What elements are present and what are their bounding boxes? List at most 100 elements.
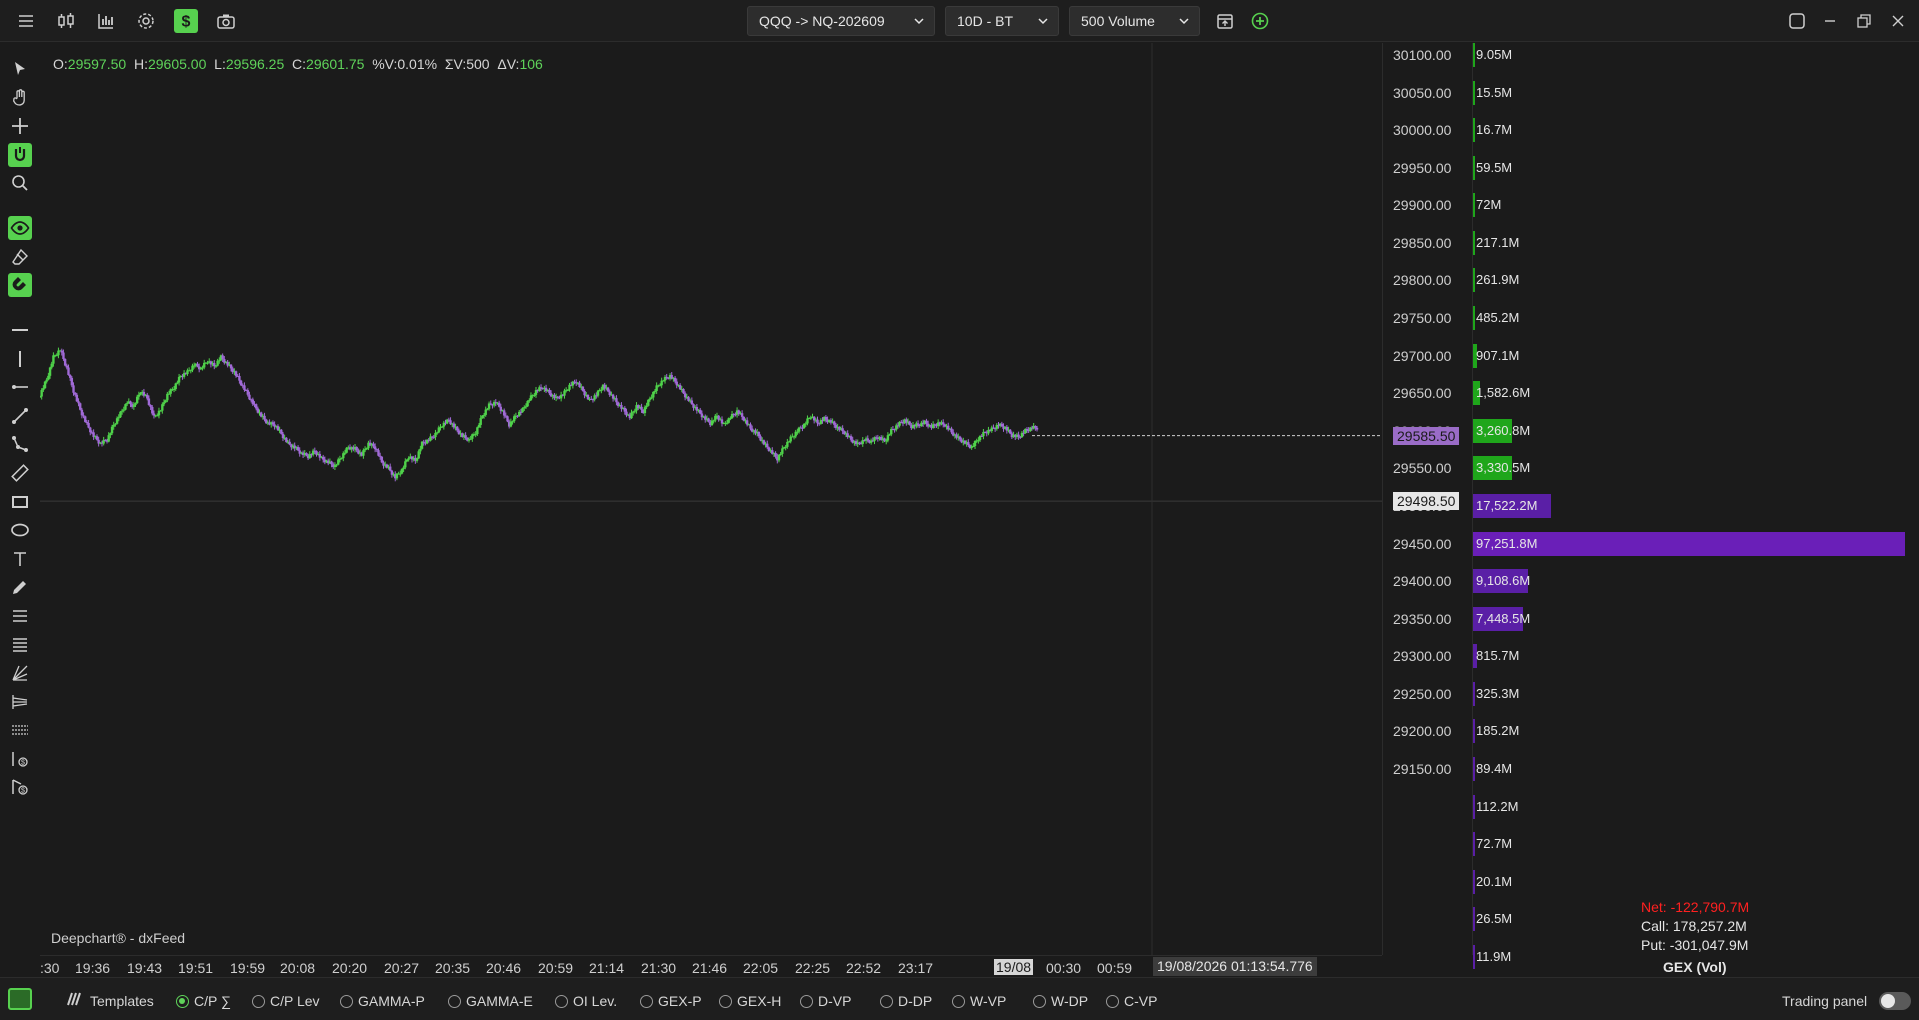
radio-icon[interactable] — [1106, 994, 1119, 1008]
templates-icon[interactable] — [64, 991, 82, 1010]
add-chart-icon[interactable] — [1248, 9, 1272, 33]
panel-toggle-icon[interactable] — [8, 988, 32, 1010]
template-option[interactable]: GEX-P — [640, 993, 702, 1009]
save-layout-icon[interactable] — [1213, 9, 1237, 33]
price-chart[interactable]: O:29597.50 H:29605.00 L:29596.25 C:29601… — [40, 43, 1382, 955]
magnet-cursor-icon[interactable] — [8, 143, 32, 167]
template-option[interactable]: C-VP — [1106, 993, 1157, 1009]
template-option[interactable]: D-DP — [880, 993, 932, 1009]
fib-retracement-icon[interactable] — [8, 604, 32, 628]
radio-icon[interactable] — [952, 994, 965, 1008]
rectangle-icon[interactable] — [8, 490, 32, 514]
candle-down — [82, 415, 85, 417]
radio-icon[interactable] — [555, 994, 568, 1008]
candle-up — [47, 375, 50, 380]
gex-level-label: 20.1M — [1476, 873, 1513, 889]
path-icon[interactable] — [8, 432, 32, 456]
pitchfork-icon[interactable] — [8, 690, 32, 714]
long-position-icon[interactable]: $ — [8, 747, 32, 771]
candle-down — [742, 416, 745, 421]
restore-icon[interactable] — [1785, 9, 1809, 33]
eye-icon[interactable] — [8, 216, 32, 240]
template-option[interactable]: W-DP — [1033, 993, 1088, 1009]
templates-label[interactable]: Templates — [90, 993, 154, 1009]
radio-icon[interactable] — [176, 994, 189, 1008]
ray-icon[interactable] — [8, 375, 32, 399]
candle-down — [377, 450, 380, 456]
time-tick-label: 00:30 — [1046, 960, 1082, 976]
radio-icon[interactable] — [800, 994, 813, 1008]
candle-up — [124, 404, 127, 410]
maximize-icon[interactable] — [1852, 9, 1876, 33]
dollar-icon[interactable]: $ — [174, 9, 198, 33]
candle-up — [125, 403, 129, 405]
candles-icon[interactable] — [54, 9, 78, 33]
pencil-icon[interactable] — [8, 575, 32, 599]
template-option[interactable]: C/P ∑ — [176, 993, 231, 1009]
short-position-icon[interactable]: $ — [8, 775, 32, 799]
candle-up — [399, 473, 402, 475]
time-tick-label: 19/08 — [994, 959, 1034, 975]
candle-down — [1000, 423, 1004, 427]
crosshair-icon[interactable] — [8, 114, 32, 138]
candle-up — [109, 433, 112, 436]
template-option[interactable]: C/P Lev — [252, 993, 320, 1009]
time-tick-label: 21:46 — [692, 960, 728, 976]
bars-icon[interactable] — [94, 9, 118, 33]
candle-down — [251, 399, 255, 405]
radio-icon[interactable] — [448, 994, 461, 1008]
gann-fan-icon[interactable] — [8, 661, 32, 685]
magnet-icon[interactable] — [8, 273, 32, 297]
radio-icon[interactable] — [1033, 994, 1046, 1008]
text-icon[interactable] — [8, 547, 32, 571]
camera-icon[interactable] — [214, 9, 238, 33]
horizontal-line-icon[interactable] — [8, 318, 32, 342]
minimize-icon[interactable] — [1818, 9, 1842, 33]
eraser-icon[interactable] — [8, 245, 32, 269]
radio-icon[interactable] — [252, 994, 265, 1008]
candle-down — [281, 433, 285, 439]
top-toolbar: $ QQQ -> NQ-202609 10D - BT 500 Volume — [0, 0, 1919, 42]
template-option[interactable]: W-VP — [952, 993, 1006, 1009]
bar-type-dropdown[interactable]: 500 Volume — [1069, 6, 1200, 36]
template-option[interactable]: GEX-H — [719, 993, 781, 1009]
menu-icon[interactable] — [14, 9, 38, 33]
radio-icon[interactable] — [640, 994, 653, 1008]
symbol-dropdown[interactable]: QQQ -> NQ-202609 — [747, 6, 935, 36]
candle-down — [288, 441, 291, 445]
candle-down — [296, 447, 300, 451]
time-axis[interactable]: :30 19:36 19:43 19:51 19:59 20:08 20:20 20:27 20… — [40, 955, 1382, 977]
candle-up — [802, 423, 806, 429]
regression-icon[interactable] — [8, 718, 32, 742]
candle-down — [67, 367, 70, 375]
trading-panel-toggle[interactable] — [1879, 992, 1911, 1010]
bottom-toolbar: Templates Trading panel C/P ∑ C/P Lev GAMM… — [0, 977, 1919, 1020]
candle-down — [690, 400, 694, 405]
template-option[interactable]: OI Lev. — [555, 993, 617, 1009]
gex-level-label: 485.2M — [1476, 310, 1520, 326]
timeframe-value: 10D - BT — [957, 13, 1014, 29]
candle-up — [419, 448, 422, 452]
template-option[interactable]: D-VP — [800, 993, 851, 1009]
ellipse-icon[interactable] — [8, 518, 32, 542]
template-option[interactable]: GAMMA-E — [448, 993, 533, 1009]
price-axis[interactable]: 30100.00 30050.00 30000.00 29950.00 29900.00… — [1382, 43, 1472, 955]
settings-icon[interactable] — [134, 9, 158, 33]
time-tick-label: 20:59 — [538, 960, 574, 976]
radio-icon[interactable] — [340, 994, 353, 1008]
trend-line-icon[interactable] — [8, 404, 32, 428]
template-option[interactable]: GAMMA-P — [340, 993, 425, 1009]
candle-down — [774, 453, 777, 457]
fib-extension-icon[interactable] — [8, 633, 32, 657]
ruler-icon[interactable] — [8, 461, 32, 485]
radio-icon[interactable] — [719, 994, 732, 1008]
hand-icon[interactable] — [8, 86, 32, 110]
zoom-icon[interactable] — [8, 171, 32, 195]
vertical-line-icon[interactable] — [8, 347, 32, 371]
radio-icon[interactable] — [880, 994, 893, 1008]
candle-up — [417, 451, 420, 459]
close-icon[interactable] — [1886, 9, 1910, 33]
price-tick-label: 30100.00 — [1393, 47, 1452, 63]
timeframe-dropdown[interactable]: 10D - BT — [945, 6, 1059, 36]
pointer-icon[interactable] — [8, 57, 32, 81]
